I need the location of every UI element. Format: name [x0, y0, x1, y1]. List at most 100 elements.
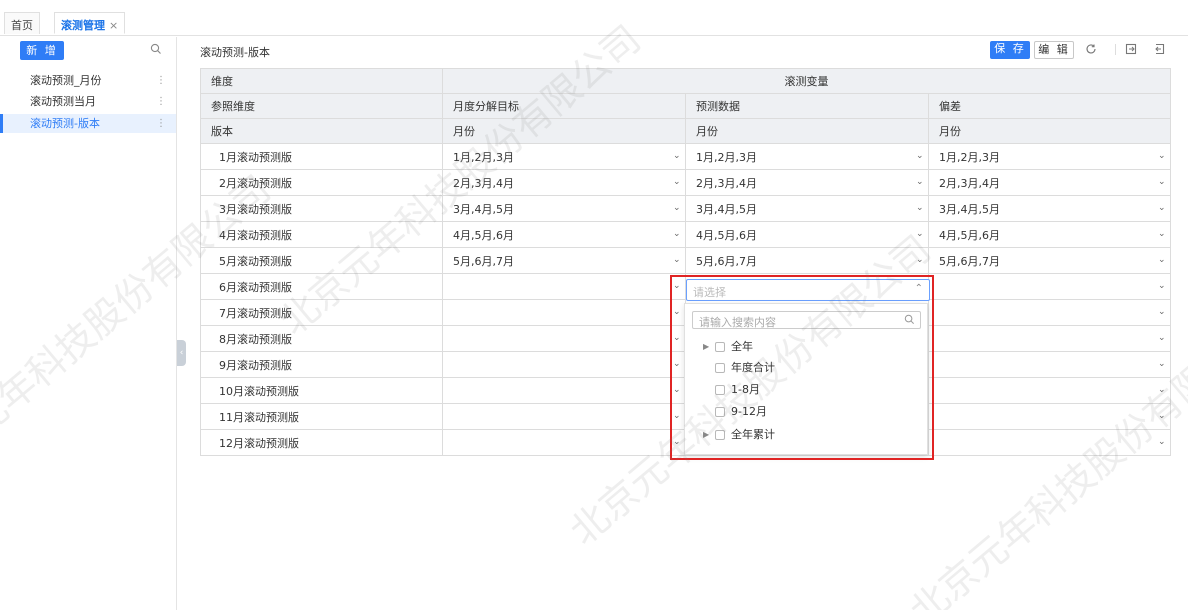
month-select-cell[interactable]: ⌄: [927, 403, 1172, 430]
month-select-cell[interactable]: 3月,4月,5月 ⌄: [442, 195, 686, 222]
chevron-down-icon[interactable]: ⌄: [1158, 438, 1166, 447]
refresh-icon[interactable]: [1084, 42, 1098, 56]
chevron-down-icon[interactable]: ⌄: [673, 230, 681, 239]
month-select-cell[interactable]: 3月,4月,5月 ⌄: [927, 195, 1172, 222]
month-select-cell[interactable]: ⌄: [927, 377, 1172, 404]
chevron-down-icon[interactable]: ⌄: [1158, 178, 1166, 187]
cell-value: 4月,5月,6月: [696, 228, 757, 242]
save-button[interactable]: 保 存: [990, 41, 1030, 59]
version-cell: 6月滚动预测版: [200, 273, 443, 300]
chevron-down-icon[interactable]: ⌄: [1158, 204, 1166, 213]
cell-value: 5月,6月,7月: [453, 254, 514, 268]
chevron-down-icon[interactable]: ⌄: [1158, 308, 1166, 317]
month-select-cell[interactable]: ⌄: [442, 403, 686, 430]
cell-value: 1月,2月,3月: [453, 150, 514, 164]
sidebar-item-current-month[interactable]: 滚动预测当月 ⋮: [0, 92, 176, 111]
month-select-cell[interactable]: 2月,3月,4月 ⌄: [927, 169, 1172, 196]
chevron-down-icon[interactable]: ⌄: [916, 178, 924, 187]
more-icon[interactable]: ⋮: [156, 71, 166, 90]
cell-value: 4月滚动预测版: [219, 228, 292, 242]
month-select-cell[interactable]: ⌄: [927, 325, 1172, 352]
chevron-down-icon[interactable]: ⌄: [1158, 412, 1166, 421]
header-cell: 维度: [200, 68, 443, 94]
month-select-cell[interactable]: 5月,6月,7月 ⌄: [442, 247, 686, 274]
header-cell: 参照维度: [200, 93, 443, 119]
chevron-down-icon[interactable]: ⌄: [916, 204, 924, 213]
chevron-down-icon[interactable]: ⌄: [1158, 230, 1166, 239]
header-cell: 版本: [200, 118, 443, 144]
cell-value: 6月滚动预测版: [219, 280, 292, 294]
sidebar-item-month[interactable]: 滚动预测_月份 ⋮: [0, 71, 176, 90]
cell-value: 8月滚动预测版: [219, 332, 292, 346]
month-select-cell[interactable]: ⌄: [927, 351, 1172, 378]
month-select-cell[interactable]: 4月,5月,6月 ⌄: [927, 221, 1172, 248]
export-icon[interactable]: [1124, 42, 1138, 56]
chevron-down-icon[interactable]: ⌄: [673, 152, 681, 161]
chevron-down-icon[interactable]: ⌄: [916, 152, 924, 161]
chevron-down-icon[interactable]: ⌄: [673, 256, 681, 265]
month-select-cell[interactable]: 1月,2月,3月 ⌄: [685, 143, 929, 170]
sidebar-item-label: 滚动预测当月: [30, 95, 96, 108]
chevron-down-icon[interactable]: ⌄: [1158, 152, 1166, 161]
month-select-cell[interactable]: ⌄: [442, 299, 686, 326]
chevron-down-icon[interactable]: ⌄: [1158, 360, 1166, 369]
month-select-cell[interactable]: ⌄: [442, 273, 686, 300]
close-icon[interactable]: ×: [109, 19, 118, 32]
cell-value: 2月,3月,4月: [939, 176, 1000, 190]
more-icon[interactable]: ⋮: [156, 114, 166, 133]
chevron-down-icon[interactable]: ⌄: [673, 178, 681, 187]
table-row: 4月滚动预测版 4月,5月,6月 ⌄ 4月,5月,6月 ⌄ 4月,5月,6月 ⌄: [200, 221, 1172, 248]
cell-value: 4月,5月,6月: [939, 228, 1000, 242]
header-cell: 月份: [442, 118, 686, 144]
month-select-cell[interactable]: ⌄: [442, 429, 686, 456]
add-button[interactable]: 新 增: [20, 41, 64, 60]
month-select-cell[interactable]: 1月,2月,3月 ⌄: [927, 143, 1172, 170]
tab-rolling-management[interactable]: 滚测管理 ×: [54, 12, 126, 34]
chevron-down-icon[interactable]: ⌄: [1158, 256, 1166, 265]
month-select-cell[interactable]: 4月,5月,6月 ⌄: [442, 221, 686, 248]
tab-home[interactable]: 首页: [4, 12, 40, 34]
chevron-down-icon[interactable]: ⌄: [1158, 386, 1166, 395]
month-select-cell[interactable]: 2月,3月,4月 ⌄: [685, 169, 929, 196]
month-select-cell[interactable]: ⌄: [442, 325, 686, 352]
chevron-down-icon[interactable]: ⌄: [1158, 334, 1166, 343]
chevron-down-icon[interactable]: ⌄: [916, 256, 924, 265]
month-select-cell[interactable]: 1月,2月,3月 ⌄: [442, 143, 686, 170]
cell-value: 3月,4月,5月: [696, 202, 757, 216]
cell-value: 2月滚动预测版: [219, 176, 292, 190]
chevron-down-icon[interactable]: ⌄: [916, 230, 924, 239]
more-icon[interactable]: ⋮: [156, 92, 166, 111]
month-select-cell[interactable]: 3月,4月,5月 ⌄: [685, 195, 929, 222]
sidebar-item-version[interactable]: 滚动预测-版本 ⋮: [0, 114, 176, 133]
header-cell: 滚测变量: [441, 68, 1172, 94]
version-cell: 7月滚动预测版: [200, 299, 443, 326]
cell-value: 11月滚动预测版: [219, 410, 299, 424]
version-cell: 4月滚动预测版: [200, 221, 443, 248]
version-cell: 2月滚动预测版: [200, 169, 443, 196]
chevron-down-icon[interactable]: ⌄: [1158, 282, 1166, 291]
month-select-cell[interactable]: ⌄: [927, 429, 1172, 456]
search-icon[interactable]: [150, 43, 162, 55]
month-select-cell[interactable]: 5月,6月,7月 ⌄: [685, 247, 929, 274]
version-cell: 10月滚动预测版: [200, 377, 443, 404]
month-select-cell[interactable]: ⌄: [927, 273, 1172, 300]
collapse-icon[interactable]: ‹: [177, 340, 186, 366]
tab-bar: 首页 滚测管理 ×: [0, 0, 1188, 36]
header-cell: 偏差: [927, 93, 1172, 119]
month-select-cell[interactable]: 4月,5月,6月 ⌄: [685, 221, 929, 248]
edit-button[interactable]: 编 辑: [1034, 41, 1074, 59]
month-select-cell[interactable]: ⌄: [442, 377, 686, 404]
month-select-cell[interactable]: ⌄: [442, 351, 686, 378]
cell-value: 7月滚动预测版: [219, 306, 292, 320]
month-select-cell[interactable]: ⌄: [927, 299, 1172, 326]
cell-value: 10月滚动预测版: [219, 384, 299, 398]
month-select-cell[interactable]: 2月,3月,4月 ⌄: [442, 169, 686, 196]
cell-value: 1月,2月,3月: [939, 150, 1000, 164]
chevron-down-icon[interactable]: ⌄: [673, 204, 681, 213]
cell-value: 3月,4月,5月: [453, 202, 514, 216]
page-title: 滚动预测-版本: [200, 46, 270, 59]
cell-value: 3月滚动预测版: [219, 202, 292, 216]
month-select-cell[interactable]: 5月,6月,7月 ⌄: [927, 247, 1172, 274]
version-cell: 3月滚动预测版: [200, 195, 443, 222]
import-icon[interactable]: [1152, 42, 1166, 56]
